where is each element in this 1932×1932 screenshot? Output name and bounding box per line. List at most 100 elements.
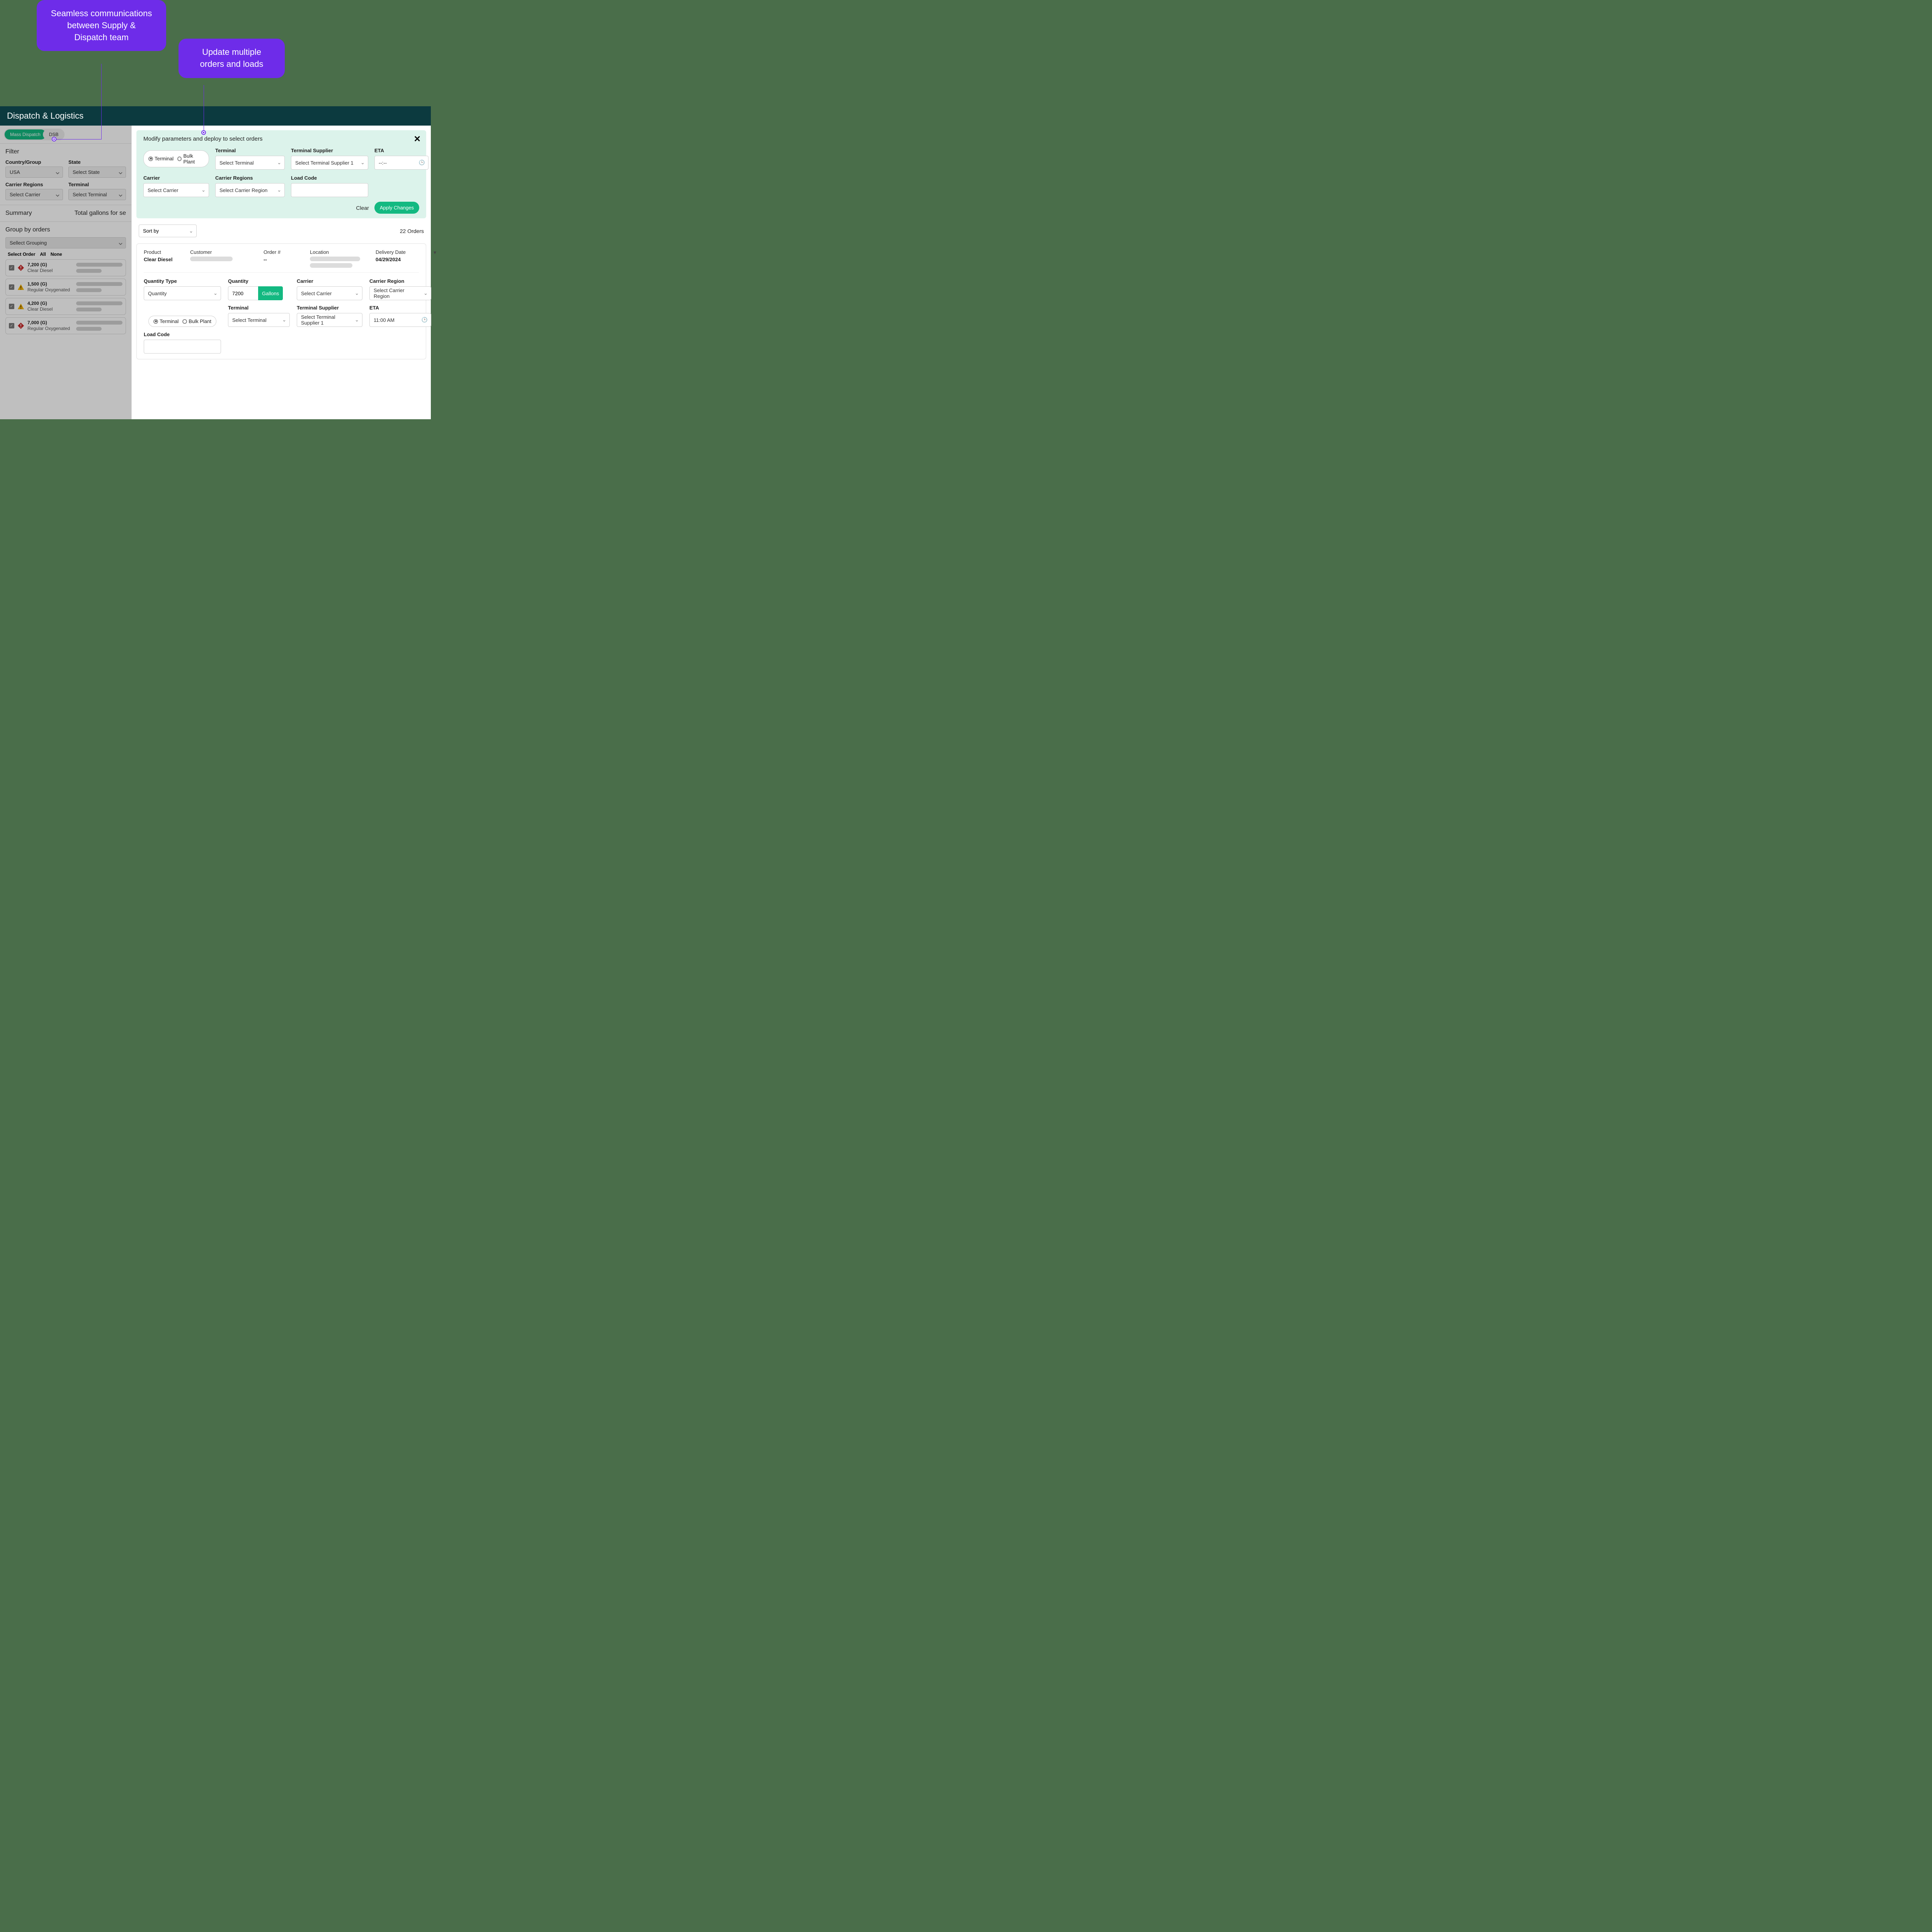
select-carrier[interactable]: Select Carrier⌄	[143, 183, 209, 197]
skeleton	[190, 257, 233, 261]
modify-title: Modify parameters and deploy to select o…	[143, 136, 419, 142]
order-qty: 1,500 (G)	[27, 281, 70, 287]
label-country: Country/Group	[5, 159, 63, 165]
collapse-icon[interactable]: ▾	[434, 249, 441, 256]
page-title: Dispatch & Logistics	[7, 111, 83, 121]
label-carrier: Carrier	[143, 175, 209, 181]
radio-bulk-label: Bulk Plant	[189, 318, 211, 324]
chevron-down-icon: ⌄	[423, 290, 428, 296]
callout-supply-dispatch: Seamless communications between Supply &…	[37, 0, 166, 51]
select-terminal-supplier-value: Select Terminal Supplier 1	[301, 314, 351, 326]
label-terminal: Terminal	[215, 148, 285, 153]
value-product: Clear Diesel	[144, 257, 186, 262]
label-terminal: Terminal	[228, 305, 290, 311]
label-terminal-supplier: Terminal Supplier	[297, 305, 362, 311]
app-header: Dispatch & Logistics	[0, 106, 431, 126]
select-terminal-value: Select Terminal	[73, 192, 107, 197]
order-card: Product Clear Diesel Customer Order # --…	[136, 243, 426, 359]
order-product: Regular Oxygenated	[27, 326, 70, 332]
source-radio-group[interactable]: Terminal Bulk Plant	[143, 150, 209, 167]
apply-changes-button[interactable]: Apply Changes	[374, 202, 419, 214]
order-list-item[interactable]: ✓7,200 (G)Clear Diesel	[5, 259, 126, 276]
input-load-code[interactable]	[291, 183, 368, 197]
input-eta[interactable]: --:--🕒	[374, 156, 429, 170]
input-eta[interactable]: 11:00 AM🕒	[369, 313, 431, 327]
select-terminal[interactable]: Select Terminal⌄	[215, 156, 285, 170]
left-panel: Mass Dispatch DSB Filter Country/Group U…	[0, 126, 131, 419]
select-carrier-value: Select Carrier	[301, 291, 332, 296]
chevron-down-icon: ⌄	[201, 187, 206, 193]
modify-panel: Modify parameters and deploy to select o…	[136, 130, 426, 218]
select-none-button[interactable]: None	[51, 252, 62, 257]
select-grouping-value: Sellect Grouping	[10, 240, 47, 246]
alert-red-icon	[17, 264, 24, 271]
label-carrier: Carrier	[297, 278, 362, 284]
clear-button[interactable]: Clear	[356, 205, 369, 211]
alert-yellow-icon	[17, 284, 24, 291]
sort-by-value: Sort by	[143, 228, 159, 234]
order-list-item[interactable]: ✓7,000 (G)Regular Oxygenated	[5, 317, 126, 334]
chevron-down-icon	[119, 193, 122, 197]
skeleton	[310, 257, 360, 261]
select-all-button[interactable]: All	[40, 252, 46, 257]
label-quantity: Quantity	[228, 278, 290, 284]
select-terminal[interactable]: Select Terminal	[68, 189, 126, 200]
checkbox[interactable]: ✓	[9, 304, 14, 309]
select-terminal-supplier[interactable]: Select Terminal Supplier 1⌄	[297, 313, 362, 327]
sort-by-select[interactable]: Sort by ⌄	[139, 224, 197, 237]
radio-bulk-plant[interactable]: Bulk Plant	[182, 318, 211, 324]
close-icon[interactable]: ✕	[414, 134, 421, 144]
checkbox[interactable]: ✓	[9, 284, 14, 290]
select-carrier-region[interactable]: Select Carrier Region ⌄	[215, 183, 285, 197]
radio-terminal[interactable]: Terminal	[148, 156, 173, 162]
checkbox[interactable]: ✓	[9, 323, 14, 328]
connector-target-icon	[52, 137, 56, 141]
label-location: Location	[310, 249, 372, 255]
right-panel: Modify parameters and deploy to select o…	[131, 126, 431, 419]
label-customer: Customer	[190, 249, 260, 255]
select-carrier[interactable]: Select Carrier⌄	[297, 286, 362, 300]
select-grouping[interactable]: Sellect Grouping	[5, 237, 126, 248]
order-list-item[interactable]: ✓ 1,500 (G)Regular Oxygenated	[5, 279, 126, 296]
select-terminal-value: Select Terminal	[219, 160, 254, 166]
alert-yellow-icon	[17, 303, 24, 310]
select-terminal-supplier-value: Select Terminal Supplier 1	[295, 160, 354, 166]
select-country[interactable]: USA	[5, 167, 63, 178]
callout-update-orders: Update multiple orders and loads	[179, 39, 285, 78]
unit-badge: Gallons	[258, 286, 283, 300]
connector-target-icon	[201, 130, 206, 135]
order-product: Clear Diesel	[27, 306, 53, 312]
skeleton	[310, 263, 352, 268]
select-order-label: Select Order	[8, 252, 35, 257]
label-load-code: Load Code	[291, 175, 368, 181]
tab-mass-dispatch[interactable]: Mass Dispatch	[5, 129, 46, 139]
filter-heading: Filter	[5, 148, 126, 155]
label-load-code: Load Code	[144, 332, 221, 337]
select-terminal-supplier[interactable]: Select Terminal Supplier 1⌄	[291, 156, 368, 170]
order-product: Regular Oxygenated	[27, 287, 70, 293]
chevron-down-icon: ⌄	[277, 187, 281, 193]
skeleton-group	[76, 282, 122, 292]
radio-terminal[interactable]: Terminal	[153, 318, 179, 324]
label-terminal: Terminal	[68, 182, 126, 187]
select-state[interactable]: Select State	[68, 167, 126, 178]
chevron-down-icon	[56, 170, 60, 174]
input-eta-value: --:--	[379, 160, 387, 166]
select-carrier-regions[interactable]: Select Carrier	[5, 189, 63, 200]
checkbox[interactable]: ✓	[9, 265, 14, 270]
source-radio-group[interactable]: Terminal Bulk Plant	[148, 316, 216, 327]
input-quantity[interactable]: 7200	[228, 286, 258, 300]
radio-bulk-plant[interactable]: Bulk Plant	[177, 153, 204, 165]
select-terminal[interactable]: Select Terminal⌄	[228, 313, 290, 327]
select-carrier-region[interactable]: Select Carrier Region⌄	[369, 286, 431, 300]
order-list-item[interactable]: ✓4,200 (G)Clear Diesel	[5, 298, 126, 315]
select-quantity-type[interactable]: Quantity⌄	[144, 286, 221, 300]
radio-terminal-label: Terminal	[160, 318, 179, 324]
group-by-heading: Group by orders	[5, 226, 126, 233]
select-carrier-region-value: Select Carrier Region	[219, 187, 267, 193]
value-order-number: --	[264, 257, 306, 262]
label-delivery-date: Delivery Date	[376, 249, 430, 255]
alert-red-icon	[17, 322, 24, 329]
input-load-code[interactable]	[144, 340, 221, 354]
label-state: State	[68, 159, 126, 165]
